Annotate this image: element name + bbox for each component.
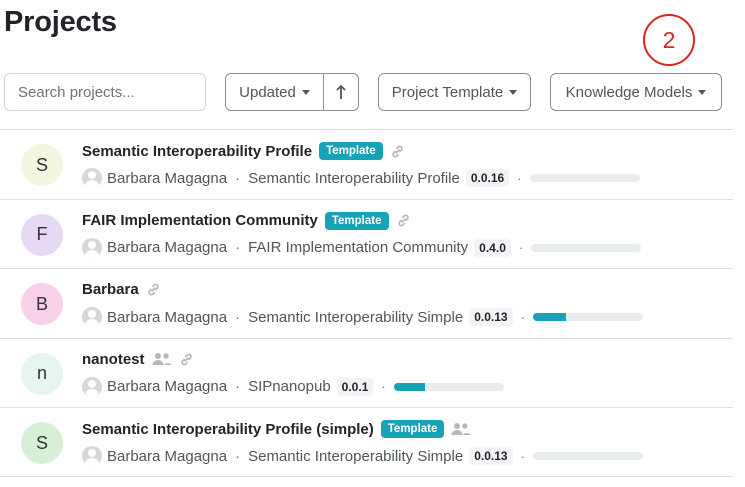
project-name-link[interactable]: Semantic Interoperability Profile (simpl… xyxy=(82,421,374,438)
project-avatar: n xyxy=(21,352,63,395)
owner-name: Barbara Magagna xyxy=(107,308,228,326)
user-icon xyxy=(82,307,102,327)
progress-fill xyxy=(532,313,566,321)
project-meta: Barbara Magagna · SIPnanopub 0.0.1 · xyxy=(82,376,504,397)
template-badge: Template xyxy=(380,420,445,438)
chevron-down-icon xyxy=(509,89,518,95)
chevron-down-icon xyxy=(301,89,310,95)
link-icon xyxy=(390,144,405,159)
owner-name: Barbara Magagna xyxy=(107,169,228,187)
separator-dot: · xyxy=(235,308,241,326)
project-name-line: Barbara xyxy=(82,281,161,298)
knowledge-model-name: FAIR Implementation Community xyxy=(248,239,469,256)
link-icon xyxy=(179,352,194,367)
sort-direction-button[interactable] xyxy=(324,73,359,111)
separator-dot: · xyxy=(520,309,525,325)
user-icon xyxy=(82,168,102,188)
knowledge-models-filter[interactable]: Knowledge Models xyxy=(550,73,722,111)
owner-name: Barbara Magagna xyxy=(107,447,228,465)
project-name-link[interactable]: Barbara xyxy=(82,281,139,298)
user-icon xyxy=(82,237,102,258)
knowledge-model-name: Semantic Interoperability Simple xyxy=(248,447,464,465)
link-icon xyxy=(146,282,161,297)
chevron-down-icon xyxy=(698,89,707,95)
project-meta: Barbara Magagna · Semantic Interoperabilit… xyxy=(82,168,640,188)
owner-name: Barbara Magagna xyxy=(107,378,228,395)
sort-dropdown-button[interactable]: Updated xyxy=(225,73,324,111)
project-avatar: S xyxy=(21,422,63,464)
progress-bar xyxy=(532,452,643,460)
annotation-circle: 2 xyxy=(643,14,695,66)
version-badge: 0.0.1 xyxy=(336,377,374,396)
project-name-line: FAIR Implementation Community Template xyxy=(82,211,411,230)
template-badge: Template xyxy=(324,211,389,230)
page-title: Projects xyxy=(4,6,117,38)
progress-fill xyxy=(393,382,425,391)
toolbar: Updated Project Template Knowledge Model… xyxy=(0,72,745,112)
separator-dot: · xyxy=(520,448,525,464)
progress-bar xyxy=(531,243,642,252)
project-name-line: Semantic Interoperability Profile (simpl… xyxy=(82,420,471,438)
project-meta: Barbara Magagna · Semantic Interoperabilit… xyxy=(82,446,643,466)
separator-dot: · xyxy=(517,170,522,186)
project-row[interactable]: B Barbara Barbara Magagna · Semantic Interop… xyxy=(0,268,733,338)
progress-bar xyxy=(529,174,640,182)
users-icon xyxy=(451,422,471,436)
project-list: S Semantic Interoperability Profile Templa… xyxy=(0,129,733,477)
sort-label: Updated xyxy=(239,83,296,101)
version-badge: 0.0.13 xyxy=(469,308,513,326)
separator-dot: · xyxy=(235,378,241,395)
project-name-link[interactable]: FAIR Implementation Community xyxy=(82,212,318,229)
project-avatar: F xyxy=(21,213,63,256)
user-icon xyxy=(82,446,102,466)
project-meta: Barbara Magagna · Semantic Interoperabilit… xyxy=(82,307,643,327)
knowledge-model-name: Semantic Interoperability Profile xyxy=(248,169,460,187)
project-row[interactable]: S Semantic Interoperability Profile Templa… xyxy=(0,129,733,199)
user-icon xyxy=(82,376,102,397)
separator-dot: · xyxy=(381,379,386,394)
separator-dot: · xyxy=(518,240,524,255)
knowledge-model-name: SIPnanopub xyxy=(248,378,331,395)
project-template-filter[interactable]: Project Template xyxy=(378,73,531,111)
project-avatar: B xyxy=(21,283,63,325)
project-name-link[interactable]: nanotest xyxy=(82,351,145,368)
project-template-filter-label: Project Template xyxy=(391,83,504,101)
project-name-line: Semantic Interoperability Profile Templat… xyxy=(82,142,405,160)
knowledge-models-filter-label: Knowledge Models xyxy=(565,83,693,101)
arrow-up-icon xyxy=(336,84,346,99)
project-row[interactable]: n nanotest Barbara Magagna · SIPnanopub 0.0.1… xyxy=(0,337,733,408)
search-input[interactable] xyxy=(4,73,206,111)
project-name-line: nanotest xyxy=(82,351,194,368)
version-badge: 0.0.16 xyxy=(465,169,510,187)
progress-bar xyxy=(532,313,643,321)
knowledge-model-name: Semantic Interoperability Simple xyxy=(248,308,464,326)
project-row[interactable]: S Semantic Interoperability Profile (simp… xyxy=(0,407,733,477)
link-icon xyxy=(396,213,411,228)
separator-dot: · xyxy=(235,239,241,256)
project-avatar: S xyxy=(21,144,63,186)
separator-dot: · xyxy=(235,447,241,465)
separator-dot: · xyxy=(235,169,241,187)
project-name-link[interactable]: Semantic Interoperability Profile xyxy=(82,143,312,160)
progress-bar xyxy=(393,382,504,391)
template-badge: Template xyxy=(319,142,383,160)
version-badge: 0.4.0 xyxy=(474,238,511,257)
version-badge: 0.0.13 xyxy=(469,447,513,465)
owner-name: Barbara Magagna xyxy=(107,239,228,256)
users-icon xyxy=(152,352,172,366)
project-meta: Barbara Magagna · FAIR Implementation Comm… xyxy=(82,237,642,258)
project-row[interactable]: F FAIR Implementation Community Template Ba… xyxy=(0,198,733,269)
